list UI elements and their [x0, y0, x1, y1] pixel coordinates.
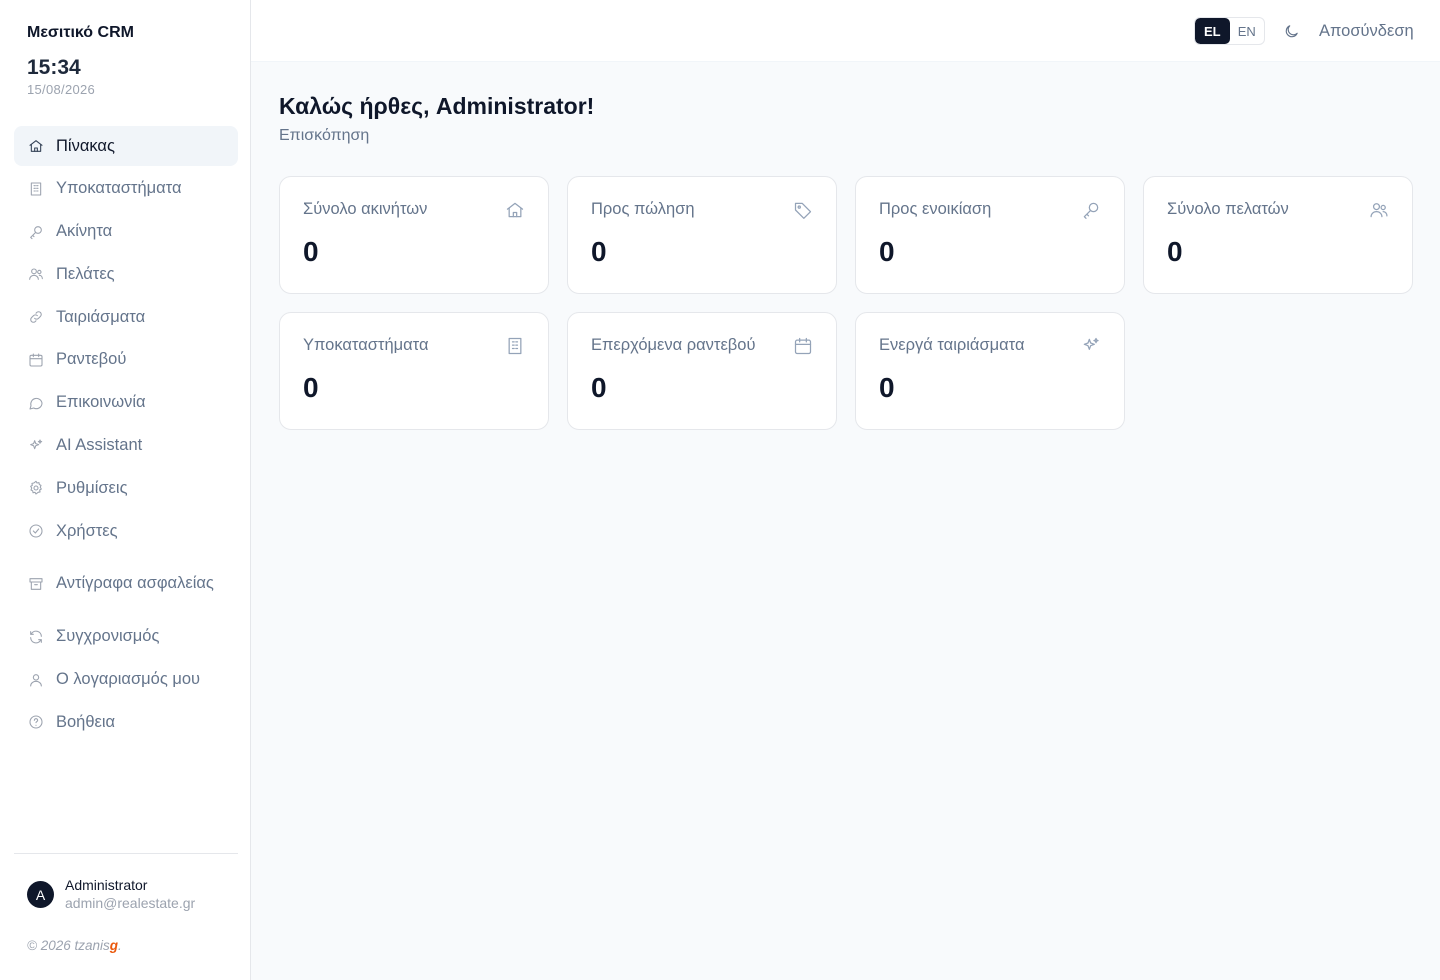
sidebar-item-communication[interactable]: Επικοινωνία	[14, 383, 238, 423]
stat-value: 0	[879, 236, 895, 267]
home-icon	[27, 137, 45, 155]
sidebar-item-label: Βοήθεια	[56, 712, 116, 731]
stat-card-upcoming-appointments[interactable]: Επερχόμενα ραντεβού 0	[567, 312, 837, 430]
key-icon	[27, 223, 45, 241]
building-icon	[505, 336, 525, 356]
clock-date: 15/08/2026	[27, 82, 96, 97]
stat-value: 0	[303, 372, 319, 403]
sidebar-item-matches[interactable]: Ταιριάσματα	[14, 297, 238, 337]
users-icon	[27, 265, 45, 283]
calendar-icon	[27, 351, 45, 369]
stat-value: 0	[303, 236, 319, 267]
stat-label: Σύνολο ακινήτων	[303, 200, 428, 218]
lang-el-button[interactable]: EL	[1195, 18, 1230, 44]
stat-label: Επερχόμενα ραντεβού	[591, 336, 756, 354]
sidebar-item-label: Ο λογαριασμός μου	[56, 670, 201, 689]
lang-en-button[interactable]: EN	[1230, 18, 1265, 44]
sidebar-item-ai-assistant[interactable]: AI Assistant	[14, 426, 238, 466]
stat-value: 0	[591, 372, 607, 403]
sidebar-item-my-account[interactable]: Ο λογαριασμός μου	[14, 660, 238, 700]
stat-label: Προς ενοικίαση	[879, 200, 992, 218]
sidebar-item-label: AI Assistant	[56, 436, 143, 455]
sidebar-item-label: Ταιριάσματα	[56, 307, 146, 326]
sidebar-item-branches[interactable]: Υποκαταστήματα	[14, 169, 238, 209]
archive-icon	[27, 575, 45, 593]
stat-card-total-properties[interactable]: Σύνολο ακινήτων 0	[279, 176, 549, 294]
sidebar-item-sync[interactable]: Συγχρονισμός	[14, 617, 238, 657]
stat-label: Ενεργά ταιριάσματα	[879, 336, 1025, 354]
calendar-icon	[793, 336, 813, 356]
stat-value: 0	[879, 372, 895, 403]
sparkles-icon	[27, 437, 45, 455]
sidebar-item-label: Πελάτες	[56, 264, 115, 283]
user-email: admin@realestate.gr	[65, 895, 196, 911]
sidebar-item-label: Ρυθμίσεις	[56, 478, 128, 497]
sidebar-item-label: Ακίνητα	[56, 222, 113, 241]
moon-icon	[1283, 23, 1300, 40]
sidebar-item-appointments[interactable]: Ραντεβού	[14, 340, 238, 380]
top-bar: EL EN Αποσύνδεση	[251, 0, 1440, 62]
sidebar-item-label: Αντίγραφα ασφαλείας	[56, 574, 214, 593]
logout-button[interactable]: Αποσύνδεση	[1319, 22, 1414, 41]
footer-copyright: © 2026 tzanisg.	[27, 938, 122, 953]
tag-icon	[793, 200, 813, 220]
sidebar-item-label: Ραντεβού	[56, 350, 127, 369]
message-icon	[27, 394, 45, 412]
stat-label: Σύνολο πελατών	[1167, 200, 1289, 218]
sidebar-item-label: Συγχρονισμός	[56, 627, 160, 646]
sidebar-item-label: Επικοινωνία	[56, 393, 146, 412]
stat-card-branches[interactable]: Υποκαταστήματα 0	[279, 312, 549, 430]
theme-toggle-button[interactable]	[1281, 21, 1301, 41]
key-icon	[1081, 200, 1101, 220]
gear-icon	[27, 479, 45, 497]
users-icon	[1369, 200, 1389, 220]
sparkles-icon	[1081, 336, 1101, 356]
sidebar-item-help[interactable]: Βοήθεια	[14, 702, 238, 742]
page-subtitle: Επισκόπηση	[279, 127, 370, 144]
sidebar-item-clients[interactable]: Πελάτες	[14, 254, 238, 294]
footer-accent: g	[109, 938, 118, 953]
check-circle-icon	[27, 522, 45, 540]
sidebar-nav: Πίνακας Υποκαταστήματα Ακίνητα Πελάτες Τ…	[14, 126, 238, 745]
footer-suffix: .	[118, 938, 122, 953]
building-icon	[27, 180, 45, 198]
sidebar-item-dashboard[interactable]: Πίνακας	[14, 126, 238, 166]
sidebar-item-settings[interactable]: Ρυθμίσεις	[14, 468, 238, 508]
refresh-icon	[27, 628, 45, 646]
stat-value: 0	[1167, 236, 1183, 267]
avatar[interactable]: A	[27, 881, 54, 908]
sidebar-item-label: Χρήστες	[56, 521, 118, 540]
stat-label: Προς πώληση	[591, 200, 695, 218]
home-icon	[505, 200, 525, 220]
page-title: Καλώς ήρθες, Administrator!	[279, 93, 595, 119]
stat-card-active-matches[interactable]: Ενεργά ταιριάσματα 0	[855, 312, 1125, 430]
sidebar-item-label: Πίνακας	[56, 136, 115, 155]
stat-value: 0	[591, 236, 607, 267]
clock-time: 15:34	[27, 56, 81, 79]
user-name: Administrator	[65, 877, 148, 893]
sidebar-item-properties[interactable]: Ακίνητα	[14, 212, 238, 252]
stat-card-for-sale[interactable]: Προς πώληση 0	[567, 176, 837, 294]
link-icon	[27, 308, 45, 326]
language-switcher: EL EN	[1194, 17, 1265, 45]
stat-card-for-rent[interactable]: Προς ενοικίαση 0	[855, 176, 1125, 294]
sidebar: Μεσιτικό CRM 15:34 15/08/2026 Πίνακας Υπ…	[0, 0, 251, 980]
sidebar-divider	[14, 853, 238, 854]
help-circle-icon	[27, 713, 45, 731]
sidebar-item-users[interactable]: Χρήστες	[14, 511, 238, 551]
user-icon	[27, 671, 45, 689]
sidebar-item-label: Υποκαταστήματα	[56, 179, 182, 198]
app-brand: Μεσιτικό CRM	[27, 24, 134, 41]
footer-prefix: © 2026 tzanis	[27, 938, 110, 953]
stat-label: Υποκαταστήματα	[303, 336, 429, 354]
sidebar-item-backups[interactable]: Αντίγραφα ασφαλείας	[14, 554, 238, 614]
stat-card-total-clients[interactable]: Σύνολο πελατών 0	[1143, 176, 1413, 294]
